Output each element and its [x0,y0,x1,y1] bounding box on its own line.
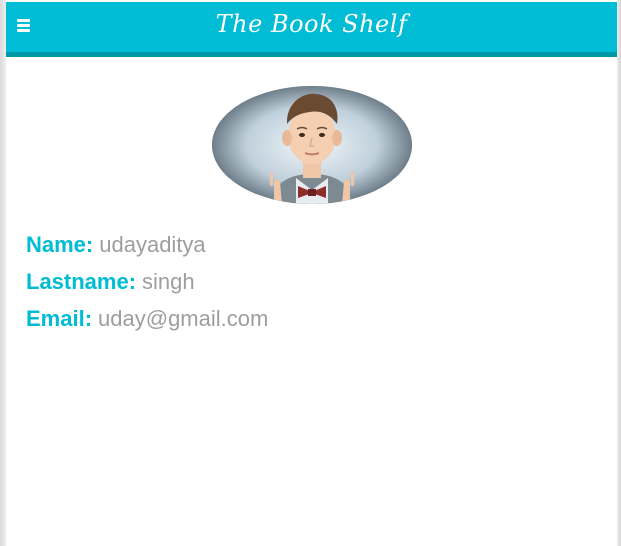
profile-lastname-row: Lastname: singh [26,263,268,300]
lastname-label: Lastname: [26,269,137,294]
lastname-value: singh [142,269,195,294]
profile-name-row: Name: udayaditya [26,226,268,263]
avatar-portrait-image [212,86,412,204]
app-title[interactable]: The Book Shelf [6,10,617,38]
email-value: uday@gmail.com [98,306,269,331]
profile-card: Name: udayaditya Lastname: singh Email: uda… [6,57,617,546]
app-window: The Book Shelf Name: udayaditya Lastname… [0,0,621,546]
name-value: udayaditya [99,232,206,257]
profile-avatar [212,86,412,204]
profile-email-row: Email: uday@gmail.com [26,300,268,337]
top-navbar: The Book Shelf [6,2,617,57]
profile-details: Name: udayaditya Lastname: singh Email: uda… [26,226,268,337]
name-label: Name: [26,232,94,257]
email-label: Email: [26,306,93,331]
